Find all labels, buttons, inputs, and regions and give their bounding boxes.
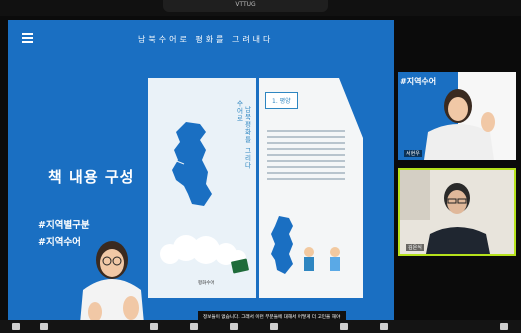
- camera-icon[interactable]: [40, 323, 48, 330]
- slide-tag-region: #지역별구분: [38, 220, 90, 231]
- chat-icon[interactable]: [190, 323, 198, 330]
- chapter-heading: 1. 평양: [265, 92, 298, 109]
- main-signer-video: [80, 241, 144, 320]
- signing-figures-image: [304, 247, 340, 271]
- reactions-icon[interactable]: [340, 323, 348, 330]
- slide-main-title: 책 내용 구성: [48, 168, 135, 186]
- top-bar: VTTUG: [0, 0, 521, 16]
- record-icon[interactable]: [270, 323, 278, 330]
- mic-icon[interactable]: [12, 323, 20, 330]
- meeting-toolbar: [0, 320, 521, 333]
- book-logo-text: 평화수어: [198, 281, 215, 286]
- participant-tile-signer[interactable]: #지역수어 서현우: [398, 72, 516, 160]
- korea-map-image: [172, 122, 212, 206]
- participant-name: 김은식: [406, 244, 424, 251]
- participant-name: 서현우: [404, 150, 422, 157]
- slide-header-title: 남북수어로 평화를 그려내다: [138, 35, 274, 44]
- passport-image: [230, 258, 250, 274]
- page-body-text: [267, 130, 345, 184]
- share-screen-icon[interactable]: [230, 323, 238, 330]
- share-indicator-label: VTTUG: [235, 1, 256, 8]
- participant-tile-speaker[interactable]: 김은식: [398, 168, 516, 256]
- slide-header: 남북수어로 평화를 그려내다: [8, 20, 394, 48]
- leave-icon[interactable]: [500, 323, 508, 330]
- book-page: 1. 평양: [259, 78, 363, 298]
- book-cover-title-2: 남북평화를 그리다: [243, 106, 251, 170]
- subtitle-caption: 정보들이 없습니다. 그래서 이런 부분들에 대해서 어떻게 더 고민을 해야 …: [198, 311, 346, 320]
- share-indicator[interactable]: VTTUG: [163, 0, 328, 12]
- shared-screen: 남북수어로 평화를 그려내다 책 내용 구성 #지역별구분 #지역수어 수어로 …: [8, 20, 394, 320]
- apps-icon[interactable]: [380, 323, 388, 330]
- participants-icon[interactable]: [150, 323, 158, 330]
- video-call-window: VTTUG 남북수어로 평화를 그려내다 책 내용 구성 #지역별구분 #지역수…: [0, 0, 521, 333]
- menu-icon: [22, 33, 33, 45]
- book-cover: 수어로 남북평화를 그리다 평화수어: [148, 78, 256, 298]
- speaker-video: [400, 170, 514, 254]
- signer-video: [424, 72, 516, 160]
